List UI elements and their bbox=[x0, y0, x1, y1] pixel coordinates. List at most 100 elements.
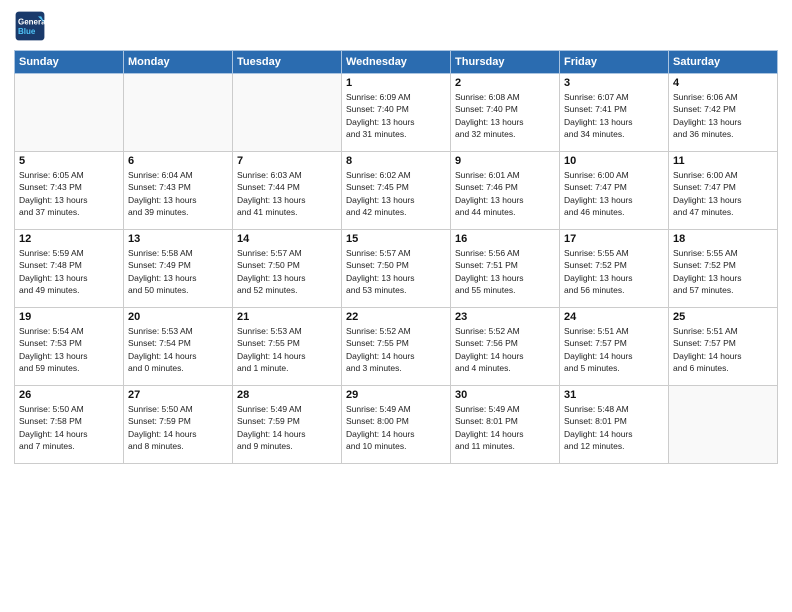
day-cell: 28Sunrise: 5:49 AMSunset: 7:59 PMDayligh… bbox=[233, 386, 342, 464]
day-cell: 6 Sunrise: 6:04 AMSunset: 7:43 PMDaylight… bbox=[124, 152, 233, 230]
day-number: 27 bbox=[128, 389, 228, 401]
day-number: 4 bbox=[673, 77, 773, 89]
day-info: Sunrise: 6:07 AMSunset: 7:41 PMDaylight:… bbox=[564, 91, 664, 140]
day-info: Sunrise: 5:53 AMSunset: 7:55 PMDaylight:… bbox=[237, 325, 337, 374]
calendar-container: General Blue SundayMondayTuesdayWednesda… bbox=[0, 0, 792, 612]
day-number: 19 bbox=[19, 311, 119, 323]
day-cell bbox=[669, 386, 778, 464]
day-info: Sunrise: 6:00 AMSunset: 7:47 PMDaylight:… bbox=[673, 169, 773, 218]
day-number: 7 bbox=[237, 155, 337, 167]
day-info: Sunrise: 6:06 AMSunset: 7:42 PMDaylight:… bbox=[673, 91, 773, 140]
day-number: 2 bbox=[455, 77, 555, 89]
day-cell: 30 Sunrise: 5:49 AMSunset: 8:01 PMDayligh… bbox=[451, 386, 560, 464]
day-info: Sunrise: 5:49 AMSunset: 8:00 PMDaylight:… bbox=[346, 403, 446, 452]
weekday-header-thursday: Thursday bbox=[451, 51, 560, 74]
day-cell: 12 Sunrise: 5:59 AMSunset: 7:48 PMDayligh… bbox=[15, 230, 124, 308]
day-number: 24 bbox=[564, 311, 664, 323]
day-cell: 19 Sunrise: 5:54 AMSunset: 7:53 PMDayligh… bbox=[15, 308, 124, 386]
day-number: 3 bbox=[564, 77, 664, 89]
day-number: 18 bbox=[673, 233, 773, 245]
day-number: 25 bbox=[673, 311, 773, 323]
day-info: Sunrise: 5:55 AMSunset: 7:52 PMDaylight:… bbox=[564, 247, 664, 296]
day-info: Sunrise: 5:50 AMSunset: 7:59 PMDaylight:… bbox=[128, 403, 228, 452]
day-info: Sunrise: 5:58 AMSunset: 7:49 PMDaylight:… bbox=[128, 247, 228, 296]
day-cell bbox=[124, 74, 233, 152]
weekday-header-tuesday: Tuesday bbox=[233, 51, 342, 74]
day-info: Sunrise: 6:02 AMSunset: 7:45 PMDaylight:… bbox=[346, 169, 446, 218]
week-row-3: 12 Sunrise: 5:59 AMSunset: 7:48 PMDayligh… bbox=[15, 230, 778, 308]
day-info: Sunrise: 5:55 AMSunset: 7:52 PMDaylight:… bbox=[673, 247, 773, 296]
day-number: 12 bbox=[19, 233, 119, 245]
day-cell: 1 Sunrise: 6:09 AMSunset: 7:40 PMDaylight… bbox=[342, 74, 451, 152]
header: General Blue bbox=[14, 10, 778, 42]
weekday-header-saturday: Saturday bbox=[669, 51, 778, 74]
day-number: 6 bbox=[128, 155, 228, 167]
day-info: Sunrise: 5:48 AMSunset: 8:01 PMDaylight:… bbox=[564, 403, 664, 452]
calendar-table: SundayMondayTuesdayWednesdayThursdayFrid… bbox=[14, 50, 778, 464]
day-number: 17 bbox=[564, 233, 664, 245]
day-cell: 21 Sunrise: 5:53 AMSunset: 7:55 PMDayligh… bbox=[233, 308, 342, 386]
weekday-header-friday: Friday bbox=[560, 51, 669, 74]
day-number: 13 bbox=[128, 233, 228, 245]
day-info: Sunrise: 5:51 AMSunset: 7:57 PMDaylight:… bbox=[673, 325, 773, 374]
day-number: 29 bbox=[346, 389, 446, 401]
day-info: Sunrise: 6:01 AMSunset: 7:46 PMDaylight:… bbox=[455, 169, 555, 218]
week-row-1: 1 Sunrise: 6:09 AMSunset: 7:40 PMDaylight… bbox=[15, 74, 778, 152]
day-cell: 14Sunrise: 5:57 AMSunset: 7:50 PMDayligh… bbox=[233, 230, 342, 308]
day-info: Sunrise: 6:09 AMSunset: 7:40 PMDaylight:… bbox=[346, 91, 446, 140]
day-info: Sunrise: 5:54 AMSunset: 7:53 PMDaylight:… bbox=[19, 325, 119, 374]
day-info: Sunrise: 5:49 AMSunset: 7:59 PMDaylight:… bbox=[237, 403, 337, 452]
day-cell: 8 Sunrise: 6:02 AMSunset: 7:45 PMDaylight… bbox=[342, 152, 451, 230]
day-number: 10 bbox=[564, 155, 664, 167]
day-info: Sunrise: 5:51 AMSunset: 7:57 PMDaylight:… bbox=[564, 325, 664, 374]
day-info: Sunrise: 6:03 AMSunset: 7:44 PMDaylight:… bbox=[237, 169, 337, 218]
day-cell: 24 Sunrise: 5:51 AMSunset: 7:57 PMDayligh… bbox=[560, 308, 669, 386]
day-number: 23 bbox=[455, 311, 555, 323]
day-cell: 13 Sunrise: 5:58 AMSunset: 7:49 PMDayligh… bbox=[124, 230, 233, 308]
day-info: Sunrise: 5:56 AMSunset: 7:51 PMDaylight:… bbox=[455, 247, 555, 296]
day-cell: 16 Sunrise: 5:56 AMSunset: 7:51 PMDayligh… bbox=[451, 230, 560, 308]
day-number: 22 bbox=[346, 311, 446, 323]
day-cell: 2 Sunrise: 6:08 AMSunset: 7:40 PMDaylight… bbox=[451, 74, 560, 152]
day-info: Sunrise: 6:04 AMSunset: 7:43 PMDaylight:… bbox=[128, 169, 228, 218]
day-info: Sunrise: 5:52 AMSunset: 7:56 PMDaylight:… bbox=[455, 325, 555, 374]
day-cell: 11Sunrise: 6:00 AMSunset: 7:47 PMDayligh… bbox=[669, 152, 778, 230]
day-cell: 27 Sunrise: 5:50 AMSunset: 7:59 PMDayligh… bbox=[124, 386, 233, 464]
day-number: 21 bbox=[237, 311, 337, 323]
day-info: Sunrise: 5:53 AMSunset: 7:54 PMDaylight:… bbox=[128, 325, 228, 374]
day-cell: 29 Sunrise: 5:49 AMSunset: 8:00 PMDayligh… bbox=[342, 386, 451, 464]
day-number: 16 bbox=[455, 233, 555, 245]
day-cell bbox=[233, 74, 342, 152]
day-number: 8 bbox=[346, 155, 446, 167]
day-cell: 15Sunrise: 5:57 AMSunset: 7:50 PMDayligh… bbox=[342, 230, 451, 308]
day-number: 9 bbox=[455, 155, 555, 167]
weekday-header-wednesday: Wednesday bbox=[342, 51, 451, 74]
day-info: Sunrise: 5:52 AMSunset: 7:55 PMDaylight:… bbox=[346, 325, 446, 374]
day-cell: 9 Sunrise: 6:01 AMSunset: 7:46 PMDaylight… bbox=[451, 152, 560, 230]
weekday-header-sunday: Sunday bbox=[15, 51, 124, 74]
day-number: 14 bbox=[237, 233, 337, 245]
day-cell: 5 Sunrise: 6:05 AMSunset: 7:43 PMDaylight… bbox=[15, 152, 124, 230]
logo-icon: General Blue bbox=[14, 10, 46, 42]
day-cell: 31Sunrise: 5:48 AMSunset: 8:01 PMDayligh… bbox=[560, 386, 669, 464]
day-info: Sunrise: 6:00 AMSunset: 7:47 PMDaylight:… bbox=[564, 169, 664, 218]
weekday-header-monday: Monday bbox=[124, 51, 233, 74]
day-cell: 10 Sunrise: 6:00 AMSunset: 7:47 PMDayligh… bbox=[560, 152, 669, 230]
day-info: Sunrise: 6:08 AMSunset: 7:40 PMDaylight:… bbox=[455, 91, 555, 140]
day-info: Sunrise: 6:05 AMSunset: 7:43 PMDaylight:… bbox=[19, 169, 119, 218]
day-info: Sunrise: 5:49 AMSunset: 8:01 PMDaylight:… bbox=[455, 403, 555, 452]
day-cell: 25 Sunrise: 5:51 AMSunset: 7:57 PMDayligh… bbox=[669, 308, 778, 386]
day-cell: 17 Sunrise: 5:55 AMSunset: 7:52 PMDayligh… bbox=[560, 230, 669, 308]
day-number: 20 bbox=[128, 311, 228, 323]
day-number: 5 bbox=[19, 155, 119, 167]
day-cell: 7 Sunrise: 6:03 AMSunset: 7:44 PMDaylight… bbox=[233, 152, 342, 230]
day-number: 1 bbox=[346, 77, 446, 89]
svg-text:Blue: Blue bbox=[18, 27, 36, 36]
day-cell: 4 Sunrise: 6:06 AMSunset: 7:42 PMDaylight… bbox=[669, 74, 778, 152]
day-info: Sunrise: 5:59 AMSunset: 7:48 PMDaylight:… bbox=[19, 247, 119, 296]
day-info: Sunrise: 5:50 AMSunset: 7:58 PMDaylight:… bbox=[19, 403, 119, 452]
logo: General Blue bbox=[14, 10, 50, 42]
week-row-5: 26Sunrise: 5:50 AMSunset: 7:58 PMDayligh… bbox=[15, 386, 778, 464]
day-number: 30 bbox=[455, 389, 555, 401]
day-cell: 20 Sunrise: 5:53 AMSunset: 7:54 PMDayligh… bbox=[124, 308, 233, 386]
